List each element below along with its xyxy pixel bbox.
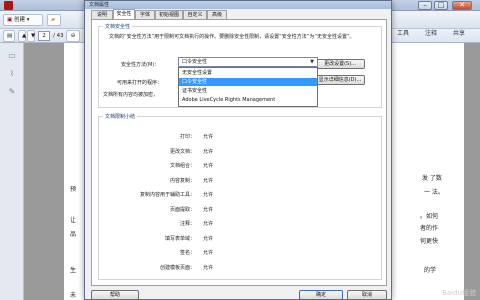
restrictions-label: 文档限制小结 xyxy=(103,113,138,120)
maximize-button[interactable]: □ xyxy=(434,1,448,10)
document-text-fragment: 未 xyxy=(70,292,77,299)
pen-icon[interactable]: ✎ xyxy=(7,87,17,97)
dropdown-option[interactable]: 无安全性设置 xyxy=(179,69,317,77)
prev-page-button[interactable]: ▲ xyxy=(18,30,26,42)
open-folder-button[interactable]: ▰ xyxy=(47,14,61,26)
pdf-app-icon xyxy=(4,1,13,10)
restriction-value: 允许 xyxy=(203,148,214,155)
chevron-down-icon: ▾ xyxy=(26,17,30,23)
down-arrow-icon: ▼ xyxy=(31,33,36,39)
open-with-label: 可用来打开的程序： xyxy=(117,80,163,86)
restriction-value: 允许 xyxy=(203,163,214,169)
tools-tab[interactable]: 工具 xyxy=(397,28,409,37)
minimize-button[interactable]: – xyxy=(418,1,432,10)
restriction-label: 复制内容用于辅助工具： xyxy=(139,192,195,198)
restriction-label: 页面提取： xyxy=(169,206,195,213)
comment-tab[interactable]: 注释 xyxy=(425,28,437,37)
security-method-dropdown: 无安全性设置 口令安全性 证书安全性 Adobe LiveCycle Rights M… xyxy=(178,67,318,107)
security-method-label: 安全性方法(M)： xyxy=(121,62,160,68)
zoom-out-button[interactable]: ⊖ xyxy=(66,30,80,42)
ok-button[interactable]: 确定 xyxy=(299,290,343,300)
watermark: Baidu经验 xyxy=(442,289,476,297)
dropdown-option[interactable]: 口令安全性 xyxy=(179,78,317,86)
document-text-fragment: 品 xyxy=(70,231,77,238)
dropdown-option[interactable]: Adobe LiveCycle Rights Management xyxy=(179,96,317,104)
page-thumbnails-icon[interactable]: ▭ xyxy=(7,51,17,61)
document-text-fragment: 生 xyxy=(70,267,77,274)
tab-2[interactable]: 字体 xyxy=(135,10,155,19)
show-details-button[interactable]: 显示详细信息(D)... xyxy=(315,75,365,85)
tab-4[interactable]: 自定义 xyxy=(183,10,207,19)
print-button[interactable]: ▤ xyxy=(3,30,15,42)
document-text-fragment: 何更快 xyxy=(420,238,439,245)
restriction-value: 允许 xyxy=(203,206,214,213)
restriction-label: 内容复制： xyxy=(169,177,195,184)
share-tab[interactable]: 共享 xyxy=(453,28,465,37)
minus-icon: ⊖ xyxy=(70,33,76,39)
restriction-label: 注释： xyxy=(179,221,195,227)
restriction-value: 允许 xyxy=(203,177,214,184)
create-button[interactable]: ▣ 创建 ▾ xyxy=(3,14,43,26)
navigation-pane: ▭ ⌇ ✎ xyxy=(0,43,24,300)
document-text-fragment: 一 法。 xyxy=(424,189,444,196)
restriction-label: 填写表单域： xyxy=(164,235,195,242)
restriction-label: 更改文档： xyxy=(169,148,195,155)
dropdown-option[interactable]: 证书安全性 xyxy=(179,87,317,95)
restriction-label: 文档组合： xyxy=(169,163,195,169)
restriction-value: 允许 xyxy=(203,235,214,242)
page-total: / 43 xyxy=(53,33,64,39)
metadata-encryption-label: 文档所有内容均被加密， xyxy=(103,92,159,98)
tab-5[interactable]: 高级 xyxy=(207,10,227,19)
tab-1[interactable]: 安全性 xyxy=(113,9,135,19)
document-text-fragment: 者的作 xyxy=(420,225,439,232)
attachment-icon[interactable]: ⌇ xyxy=(7,69,17,79)
restriction-value: 允许 xyxy=(203,192,214,198)
restrictions-group: 文档限制小结 打印： 允许 更改文档： 允许 文档组合： 允许 内容复制： 允许 复制内容用于辅… xyxy=(98,113,382,280)
create-button-label: 创建 xyxy=(13,17,25,23)
document-properties-dialog: 文档属性 说明 安全性 字体 初始视图 自定义 高级 文档安全性 文档的“安全性方法”用于… xyxy=(84,0,392,300)
restriction-label: 签名： xyxy=(179,250,195,256)
document-text-fragment: 发 了数 xyxy=(422,175,442,182)
document-text-fragment: 预 xyxy=(70,186,77,193)
tab-0[interactable]: 说明 xyxy=(91,10,113,19)
restriction-value: 允许 xyxy=(203,134,214,140)
print-icon: ▤ xyxy=(7,33,13,39)
security-method-select[interactable]: 口令安全性 ▼ xyxy=(178,57,318,67)
restriction-value: 允许 xyxy=(203,264,214,271)
help-button[interactable]: 帮助 xyxy=(91,290,139,300)
cancel-button[interactable]: 取消 xyxy=(347,290,387,300)
close-window-button[interactable]: ✕ xyxy=(452,1,472,10)
restriction-value: 允许 xyxy=(203,221,214,227)
document-text-fragment: 。如何 xyxy=(420,213,439,220)
dialog-title: 文档属性 xyxy=(85,1,391,9)
tab-3[interactable]: 初始视图 xyxy=(155,10,183,19)
security-info-text: 文档的“安全性方法”用于限制可文档执行的操作。要删除安全性限制，请设置“安全性方… xyxy=(109,34,355,40)
up-arrow-icon: ▲ xyxy=(22,33,27,39)
document-security-label: 文档安全性 xyxy=(103,23,133,30)
restriction-label: 打印： xyxy=(179,134,195,140)
chevron-down-icon: ▼ xyxy=(310,59,314,65)
next-page-button[interactable]: ▼ xyxy=(27,30,35,42)
document-text-fragment: 让 xyxy=(70,217,77,224)
folder-icon: ▰ xyxy=(51,17,56,23)
restriction-value: 允许 xyxy=(203,250,214,256)
document-text-fragment: 的学 xyxy=(424,267,437,274)
security-method-value: 口令安全性 xyxy=(182,59,208,65)
create-icon: ▣ xyxy=(7,17,13,23)
change-settings-button[interactable]: 更改设置(S)... xyxy=(315,59,365,69)
page-number-input[interactable]: 2 xyxy=(38,31,50,41)
restriction-label: 创建模板页面： xyxy=(159,264,195,271)
